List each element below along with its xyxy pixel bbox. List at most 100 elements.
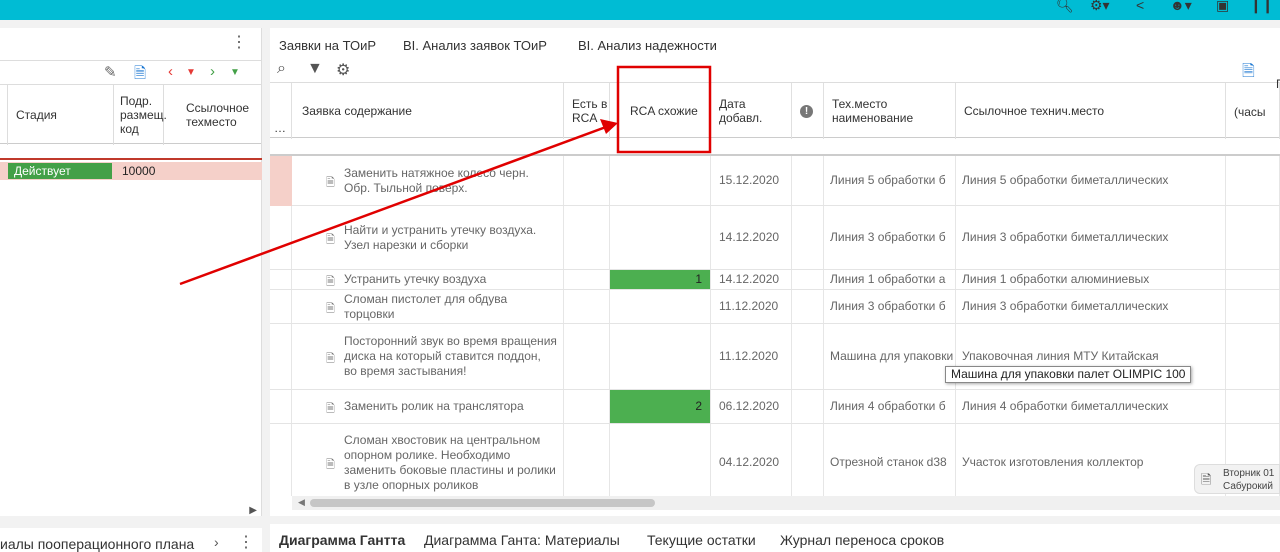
cell-empty xyxy=(792,156,824,205)
tab-current-stock[interactable]: Текущие остатки xyxy=(647,532,756,548)
cell-empty xyxy=(564,156,610,205)
save-icon[interactable]: ▣ xyxy=(1216,0,1229,14)
cell-content: Сломан пистолет для обдува торцовки xyxy=(292,290,564,323)
grid-body: 🗎 Заменить натяжное колесо черн. Обр. Тыл… xyxy=(270,156,1280,496)
tab-gantt-materials[interactable]: Диаграмма Ганта: Материалы xyxy=(424,532,620,548)
cell-content: Сломан хвостовик на центральном опорном … xyxy=(292,424,564,496)
cell-rca-similar xyxy=(610,290,711,323)
chevron-left-icon[interactable]: ‹ xyxy=(168,63,173,80)
col-stage[interactable]: Стадия xyxy=(8,85,114,145)
cell-rca-similar: 1 xyxy=(610,270,711,289)
edit-icon[interactable]: ✎ xyxy=(104,63,117,81)
cell-empty xyxy=(564,390,610,423)
triangle-down-red-icon[interactable]: ▼ xyxy=(186,67,196,78)
cell-empty xyxy=(1226,270,1280,289)
cell-date: 14.12.2020 xyxy=(711,270,792,289)
gear-icon[interactable]: ⚙ xyxy=(336,60,350,80)
cell-content: Устранить утечку воздуха xyxy=(292,270,564,289)
more-menu-icon[interactable]: ⋮ xyxy=(238,532,254,552)
search-icon[interactable]: 🔍︎ xyxy=(1056,0,1074,14)
col-date-added[interactable]: Дата добавл. xyxy=(711,83,792,139)
left-toolbar: ✎ 🗎 ‹ ▼ › ▼ xyxy=(0,60,262,86)
cell-empty xyxy=(270,424,292,496)
table-row[interactable]: 🗎 Заменить ролик на транслятора 2 06.12.202… xyxy=(270,390,1280,424)
tab-requests[interactable]: Заявки на ТОиР xyxy=(279,38,376,53)
search-icon[interactable]: ⌕ xyxy=(277,60,286,78)
cell-empty xyxy=(1226,390,1280,423)
cell-empty xyxy=(792,270,824,289)
cell-place: Линия 1 обработки а xyxy=(824,270,956,289)
cell-date: 11.12.2020 xyxy=(711,290,792,323)
table-row[interactable]: 🗎 Найти и устранить утечку воздуха. Узел … xyxy=(270,206,1280,270)
cell-rca-similar xyxy=(610,156,711,205)
more-menu-icon[interactable]: ⋮ xyxy=(231,32,247,52)
tab-reschedule-log[interactable]: Журнал переноса сроков xyxy=(780,532,944,548)
row-menu-icon[interactable]: … xyxy=(270,83,292,139)
cell-rca-similar xyxy=(610,324,711,389)
triangle-down-green-icon[interactable]: ▼ xyxy=(230,67,240,78)
table-row[interactable]: Действует 10000 xyxy=(0,162,262,180)
share-icon[interactable]: < xyxy=(1136,0,1144,13)
cell-empty xyxy=(564,424,610,496)
chevron-right-icon[interactable]: › xyxy=(210,63,215,80)
table-row[interactable]: 🗎 Сломан хвостовик на центральном опорном… xyxy=(270,424,1280,496)
users-icon[interactable]: ☻▾ xyxy=(1170,0,1192,14)
cell-place: Линия 3 обработки б xyxy=(824,206,956,269)
cell-content: Заменить натяжное колесо черн. Обр. Тыль… xyxy=(292,156,564,205)
cell-empty xyxy=(564,324,610,389)
cell-content: Посторонний звук во время вращения диска… xyxy=(292,324,564,389)
col-ref-place[interactable]: Ссылочное техместо xyxy=(164,85,262,145)
dept-code: 10000 xyxy=(122,164,156,178)
cell-rca-similar xyxy=(610,424,711,496)
pause-icon[interactable]: ❙❙ xyxy=(1250,0,1273,14)
cell-empty xyxy=(792,324,824,389)
cell-empty xyxy=(792,206,824,269)
col-extra-bottom[interactable]: (часы xyxy=(1234,105,1266,119)
alert-icon: ! xyxy=(800,104,813,118)
table-row[interactable]: 🗎 Заменить натяжное колесо черн. Обр. Тыл… xyxy=(270,156,1280,206)
left-panel: ⋮ ✎ 🗎 ‹ ▼ › ▼ Стадия Подр. размещ. код С… xyxy=(0,28,262,516)
notification-line1: Вторник 01 xyxy=(1223,468,1275,479)
cell-date: 11.12.2020 xyxy=(711,324,792,389)
notification-card[interactable]: 🗎 Вторник 01 Сабурокий xyxy=(1194,464,1280,494)
col-dept-code[interactable]: Подр. размещ. код xyxy=(114,85,167,145)
col-rca-similar[interactable]: RCA схожие xyxy=(610,83,711,139)
tab-bi-requests[interactable]: BI. Анализ заявок ТОиР xyxy=(403,38,547,53)
main-panel: Заявки на ТОиР BI. Анализ заявок ТОиР BI… xyxy=(270,28,1280,516)
grid-header: … Заявка содержание Есть в RCA RCA схожи… xyxy=(270,77,1280,139)
col-ref-place[interactable]: Ссылочное технич.место xyxy=(956,83,1226,139)
table-row[interactable]: 🗎 Сломан пистолет для обдува торцовки 11.1… xyxy=(270,290,1280,324)
scroll-left-icon[interactable]: ◀ xyxy=(298,497,305,508)
document-icon: 🗎 xyxy=(1201,472,1212,487)
tab-bi-reliability[interactable]: BI. Анализ надежности xyxy=(578,38,717,53)
filter-icon[interactable]: ▼ xyxy=(307,60,323,78)
selected-row-marker xyxy=(270,156,292,206)
cell-ref: Линия 3 обработки биметаллических xyxy=(956,290,1226,323)
cell-ref: Линия 4 обработки биметаллических xyxy=(956,390,1226,423)
cell-place: Линия 3 обработки б xyxy=(824,290,956,323)
col-place-name[interactable]: Тех.место наименование xyxy=(824,83,956,139)
scroll-right-icon[interactable]: ▶ xyxy=(249,505,257,516)
gear-icon[interactable]: ⚙▾ xyxy=(1090,0,1110,14)
left-table-header: Стадия Подр. размещ. код Ссылочное техме… xyxy=(0,84,262,145)
chevron-right-icon[interactable]: › xyxy=(214,534,219,550)
cell-date: 14.12.2020 xyxy=(711,206,792,269)
cell-ref: Линия 3 обработки биметаллических xyxy=(956,206,1226,269)
cell-place: Отрезной станок d38 xyxy=(824,424,956,496)
horizontal-scrollbar[interactable]: ◀ xyxy=(292,496,1280,510)
cell-empty xyxy=(1226,324,1280,389)
col-alert[interactable]: ! xyxy=(792,83,824,139)
scroll-thumb[interactable] xyxy=(310,499,655,507)
cell-empty xyxy=(564,206,610,269)
col-has-rca[interactable]: Есть в RCA xyxy=(564,83,610,139)
bottom-left-panel: иалы пооперационного плана › ⋮ xyxy=(0,528,262,552)
cell-ref: Линия 5 обработки биметаллических xyxy=(956,156,1226,205)
cell-empty xyxy=(270,324,292,389)
tab-gantt[interactable]: Диаграмма Гантта xyxy=(279,532,405,548)
col-extra-top: Пр xyxy=(1276,77,1280,91)
cell-rca-similar: 2 xyxy=(610,390,711,423)
cell-empty xyxy=(1226,290,1280,323)
table-row[interactable]: 🗎 Устранить утечку воздуха 1 14.12.2020 Лини… xyxy=(270,270,1280,290)
bottom-tab-bar: Диаграмма Гантта Диаграмма Ганта: Матери… xyxy=(270,524,1280,552)
col-content[interactable]: Заявка содержание xyxy=(292,83,564,139)
